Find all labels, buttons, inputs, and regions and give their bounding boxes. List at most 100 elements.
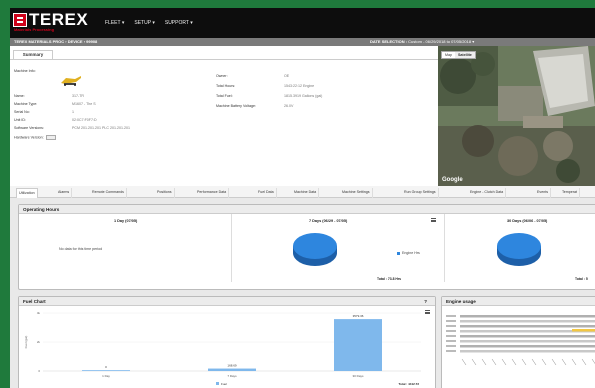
date-selection[interactable]: DATE SELECTION : Custom - 06/29/2018 to … [370,38,474,46]
satellite-imagery [438,46,595,186]
tab-machine-settings[interactable]: Machine Settings [340,188,373,198]
field-battery-voltage: Machine Battery Voltage: 26.0V [216,104,293,108]
x-tick-label [501,358,507,366]
tab-events[interactable]: Events [535,188,551,198]
tab-machine-data[interactable]: Machine Data [292,188,320,198]
help-icon[interactable]: ? [424,297,427,306]
chart-menu-icon[interactable] [431,218,436,222]
pie-chart-7-days [293,233,337,266]
bar-value-label: 168.69 [227,364,237,368]
field-label: Total Fuel: [216,94,233,98]
google-attribution: Google [442,177,463,183]
field-owner: Owner: OE [216,74,289,78]
nav-fleet[interactable]: FLEET ▾ [105,20,124,26]
usage-row [460,335,595,338]
legend-swatch [216,382,219,385]
total-7-days: Total : 73.8 Hrs [377,277,402,281]
terex-logo[interactable]: TEREX [13,11,88,28]
column-title: 1 Day (07/05) [114,219,138,223]
tab-remote-commands[interactable]: Remote Commands [90,188,127,198]
x-tick-label [471,358,477,366]
y-tick-label: 4k [37,311,41,315]
field-label: Total Hours: [216,84,236,88]
x-tick-label [491,358,497,366]
row-label [446,345,456,347]
field-label: Machine Info: [14,69,36,73]
hardware-version-button[interactable] [45,135,56,140]
tab-temperature[interactable]: Temperat [560,188,580,198]
field-label: Hardware Version: [14,135,44,140]
map-tab-satellite[interactable]: Satellite [455,52,475,58]
tab-fuel-data[interactable]: Fuel Data [256,188,277,198]
column-title: 30 Days (06/06 - 07/05) [507,219,548,223]
field-value: 1 [72,110,74,114]
field-label: Owner: [216,74,228,78]
field-label: Software Versions: [14,126,44,130]
y-tick-label: 2k [37,340,41,344]
tab-positions[interactable]: Positions [155,188,175,198]
field-machine-type: Machine Type: M1607 - The S [14,102,96,106]
field-label: Machine Type: [14,102,38,106]
column-divider [444,214,445,282]
device-tabs: Utilization Alarms Remote Commands Posit… [10,186,595,198]
x-tick-label [511,358,517,366]
utilization-content: Operating Hours 1 Day (07/05) No data fo… [10,198,595,388]
tab-performance-data[interactable]: Performance Data [195,188,230,198]
x-tick-label [561,358,567,366]
field-software-versions: Software Versions: PCM 201.201.201 PLC 20… [14,126,130,130]
map-tab-map[interactable]: Map [442,52,455,58]
usage-row [460,340,595,343]
nav-support[interactable]: SUPPORT ▾ [165,20,193,26]
field-hardware-version: Hardware Version: [14,135,56,140]
row-label [446,335,456,337]
field-total-hours: Total Hours: 1543:22:12 Engine [216,84,314,88]
total-30-days: Total : 5 [575,277,588,281]
pie-chart-30-days [497,233,541,266]
pie-slice [293,233,337,259]
tab-utilization[interactable]: Utilization [16,188,38,198]
date-selection-value[interactable]: Custom - 06/29/2018 to 07/05/2018 ▾ [408,39,474,44]
breadcrumb[interactable]: TEREX MATERIALS PROC › DEVICE › 99908 [14,39,97,44]
machine-icon [61,76,81,86]
summary-divider [10,59,438,60]
fuel-chart-title: Fuel Chart? [19,297,435,306]
column-divider [231,214,232,282]
field-label: Unit ID: [14,118,26,122]
x-tick-label [581,358,587,366]
field-total-fuel: Total Fuel: 1815.3919 Gallons (gal) [216,94,322,98]
nav-setup[interactable]: SETUP ▾ [134,20,154,26]
legend-label: Fuel [221,382,227,386]
x-tick-label: 1 Day [102,374,110,378]
tab-alarms[interactable]: Alarms [56,188,73,198]
field-value: 02:0C7:F0F7:D [72,118,97,122]
field-value: M1607 - The S [72,102,96,106]
field-machine-info: Machine Info: [14,69,36,73]
tab-summary[interactable]: Summary [13,50,53,59]
row-label [446,315,456,317]
tab-engine-clutch-data[interactable]: Engine - Clutch Data [468,188,507,198]
field-serial-no: Serial No: 1 [14,110,74,114]
row-label [446,350,456,352]
engine-usage-panel: Engine usage [441,296,595,388]
field-value: 317-TR [72,94,84,98]
field-label: Name: [14,94,25,98]
field-value: 1543:22:12 Engine [284,84,315,88]
logo-subtitle: Materials Processing [14,27,55,32]
map-type-toggle: Map Satellite [441,51,476,59]
no-data-message: No data for this time period [59,247,103,251]
y-axis-label: Fuel (gal) [24,336,28,349]
y-tick-label: 0 [38,369,40,373]
row-label [446,330,456,332]
satellite-map[interactable]: Map Satellite Google [438,46,595,186]
column-title: 7 Days (06/29 - 07/05) [309,219,348,223]
row-label [446,325,456,327]
x-tick-label [481,358,487,366]
x-tick-label [531,358,537,366]
legend-swatch [397,251,400,255]
usage-row [460,315,595,318]
usage-highlight [572,329,595,332]
engine-usage-chart [446,315,595,366]
engine-usage-title: Engine usage [442,297,595,306]
tab-run-group-settings[interactable]: Run Group Settings [402,188,439,198]
fuel-bar [208,368,256,371]
